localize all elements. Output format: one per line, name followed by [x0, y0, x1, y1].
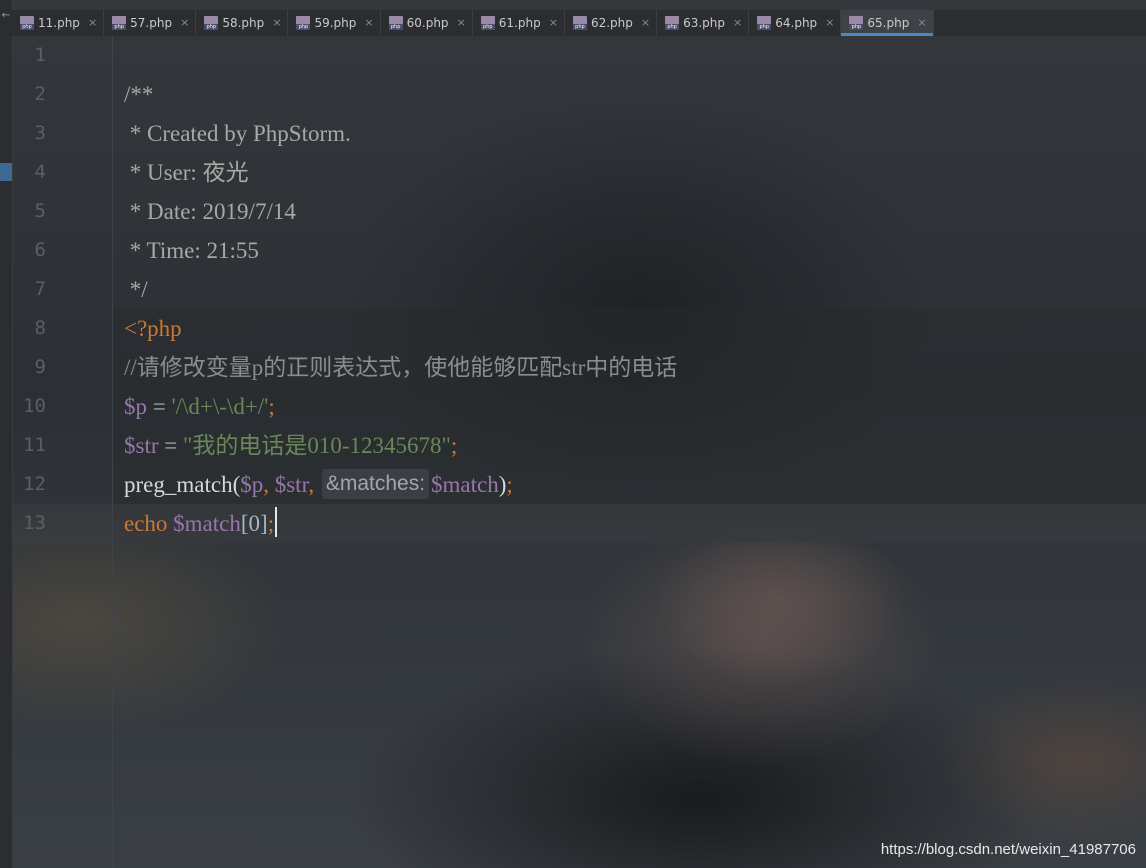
tab-label: 11.php [38, 15, 80, 30]
semicolon-token: ; [450, 433, 458, 458]
tab-62-php[interactable]: php 62.php × [565, 10, 658, 35]
tab-label: 63.php [683, 15, 726, 30]
semicolon-token: ; [267, 511, 275, 536]
text-caret [275, 507, 278, 537]
code-line-12: preg_match($p, $str, &matches: $match); [124, 465, 513, 504]
variable-token: $str [274, 472, 309, 497]
close-tab-icon[interactable]: × [364, 16, 373, 29]
code-line-9: //请修改变量p的正则表达式，使他能够匹配str中的电话 [124, 355, 678, 380]
php-file-icon: php [480, 15, 495, 30]
close-tab-icon[interactable]: × [272, 16, 281, 29]
close-tab-icon[interactable]: × [549, 16, 558, 29]
line-number: 4 [34, 161, 46, 183]
string-token: '/\d+\-\d+/' [171, 394, 269, 419]
line-number: 13 [23, 512, 46, 534]
php-file-icon: php [20, 15, 34, 30]
code-line-7: */ [124, 277, 148, 302]
operator-token: = [158, 433, 183, 458]
close-tab-icon[interactable]: × [88, 16, 97, 29]
close-tab-icon[interactable]: × [917, 16, 926, 29]
tab-63-php[interactable]: php 63.php × [657, 10, 750, 35]
separator-token: , [308, 472, 320, 497]
tab-59-php[interactable]: php 59.php × [288, 10, 381, 35]
php-file-icon: php [112, 15, 127, 30]
tab-label: 58.php [222, 15, 265, 30]
code-line-11: $str = "我的电话是010-12345678"; [124, 426, 457, 465]
tab-label: 57.php [130, 15, 173, 30]
code-line-3: * Created by PhpStorm. [124, 121, 351, 146]
tab-label: 61.php [498, 15, 541, 30]
tab-57-php[interactable]: php 57.php × [104, 10, 197, 35]
code-line-6: * Time: 21:55 [124, 238, 259, 263]
line-number: 2 [34, 83, 46, 105]
php-file-icon: php [572, 15, 587, 30]
semicolon-token: ; [268, 394, 275, 419]
line-number: 8 [34, 317, 46, 339]
code-line-10: $p = '/\d+\-\d+/'; [124, 387, 275, 426]
line-number: 7 [34, 278, 46, 300]
watermark: https://blog.csdn.net/weixin_41987706 [880, 841, 1136, 858]
php-file-icon: php [388, 15, 403, 30]
close-tab-icon[interactable]: × [641, 16, 650, 29]
code-line-2: /** [124, 82, 154, 107]
parameter-hint: &matches: [321, 469, 430, 499]
variable-token: $match [431, 472, 499, 497]
string-token: "我的电话是010-12345678" [182, 433, 451, 458]
php-file-icon: php [665, 15, 680, 30]
separator-token: , [263, 472, 275, 497]
php-file-icon: php [757, 15, 772, 30]
tab-label: 62.php [590, 15, 633, 30]
tab-61-php[interactable]: php 61.php × [473, 10, 565, 35]
code-line-5: * Date: 2019/7/14 [124, 199, 296, 224]
keyword-token: echo [124, 511, 168, 536]
tab-label: 60.php [406, 15, 449, 30]
tab-65-php[interactable]: php 65.php × [841, 10, 934, 36]
close-tab-icon[interactable]: × [457, 16, 466, 29]
php-file-icon: php [204, 15, 219, 30]
tab-64-php[interactable]: php 64.php × [749, 10, 842, 35]
code-line-4: * User: 夜光 [124, 160, 249, 185]
line-number: 11 [23, 434, 46, 456]
line-number-gutter: 1 2 3 4 5 6 7 8 9 10 11 12 13 [12, 36, 113, 868]
tab-11-php[interactable]: php 11.php × [12, 10, 105, 35]
close-tab-icon[interactable]: × [825, 16, 834, 29]
line-number: 5 [34, 200, 46, 222]
code-line-8: <?php [124, 316, 182, 341]
variable-token: $p [124, 394, 147, 419]
close-tab-icon[interactable]: × [180, 16, 189, 29]
index-token: [0] [240, 511, 268, 536]
line-number: 3 [34, 122, 46, 144]
line-number: 1 [34, 44, 46, 66]
variable-token: $match [173, 511, 241, 536]
variable-token: $p [240, 472, 264, 497]
variable-token: $str [124, 433, 159, 458]
line-number: 10 [23, 395, 46, 417]
tab-60-php[interactable]: php 60.php × [381, 10, 473, 35]
editor-tab-bar: php 11.php × php 57.php × php 58.php × php 59.php ×… [12, 10, 1146, 36]
tab-58-php[interactable]: php 58.php × [196, 10, 289, 35]
close-tab-icon[interactable]: × [733, 16, 742, 29]
operator-token: = [147, 394, 172, 419]
function-token: preg_match( [124, 472, 241, 497]
tab-label: 65.php [867, 15, 910, 30]
line-number: 9 [34, 356, 46, 378]
line-number: 6 [34, 239, 46, 261]
line-number: 12 [23, 473, 46, 495]
tab-label: 64.php [775, 15, 818, 30]
php-file-icon: php [296, 15, 311, 30]
back-arrow-icon[interactable]: ← [0, 10, 12, 21]
selection-marker [0, 163, 12, 181]
tab-label: 59.php [314, 15, 357, 30]
semicolon-token: ; [506, 472, 513, 497]
php-file-icon: php [849, 15, 864, 30]
code-line-13: echo $match[0]; [124, 504, 278, 543]
